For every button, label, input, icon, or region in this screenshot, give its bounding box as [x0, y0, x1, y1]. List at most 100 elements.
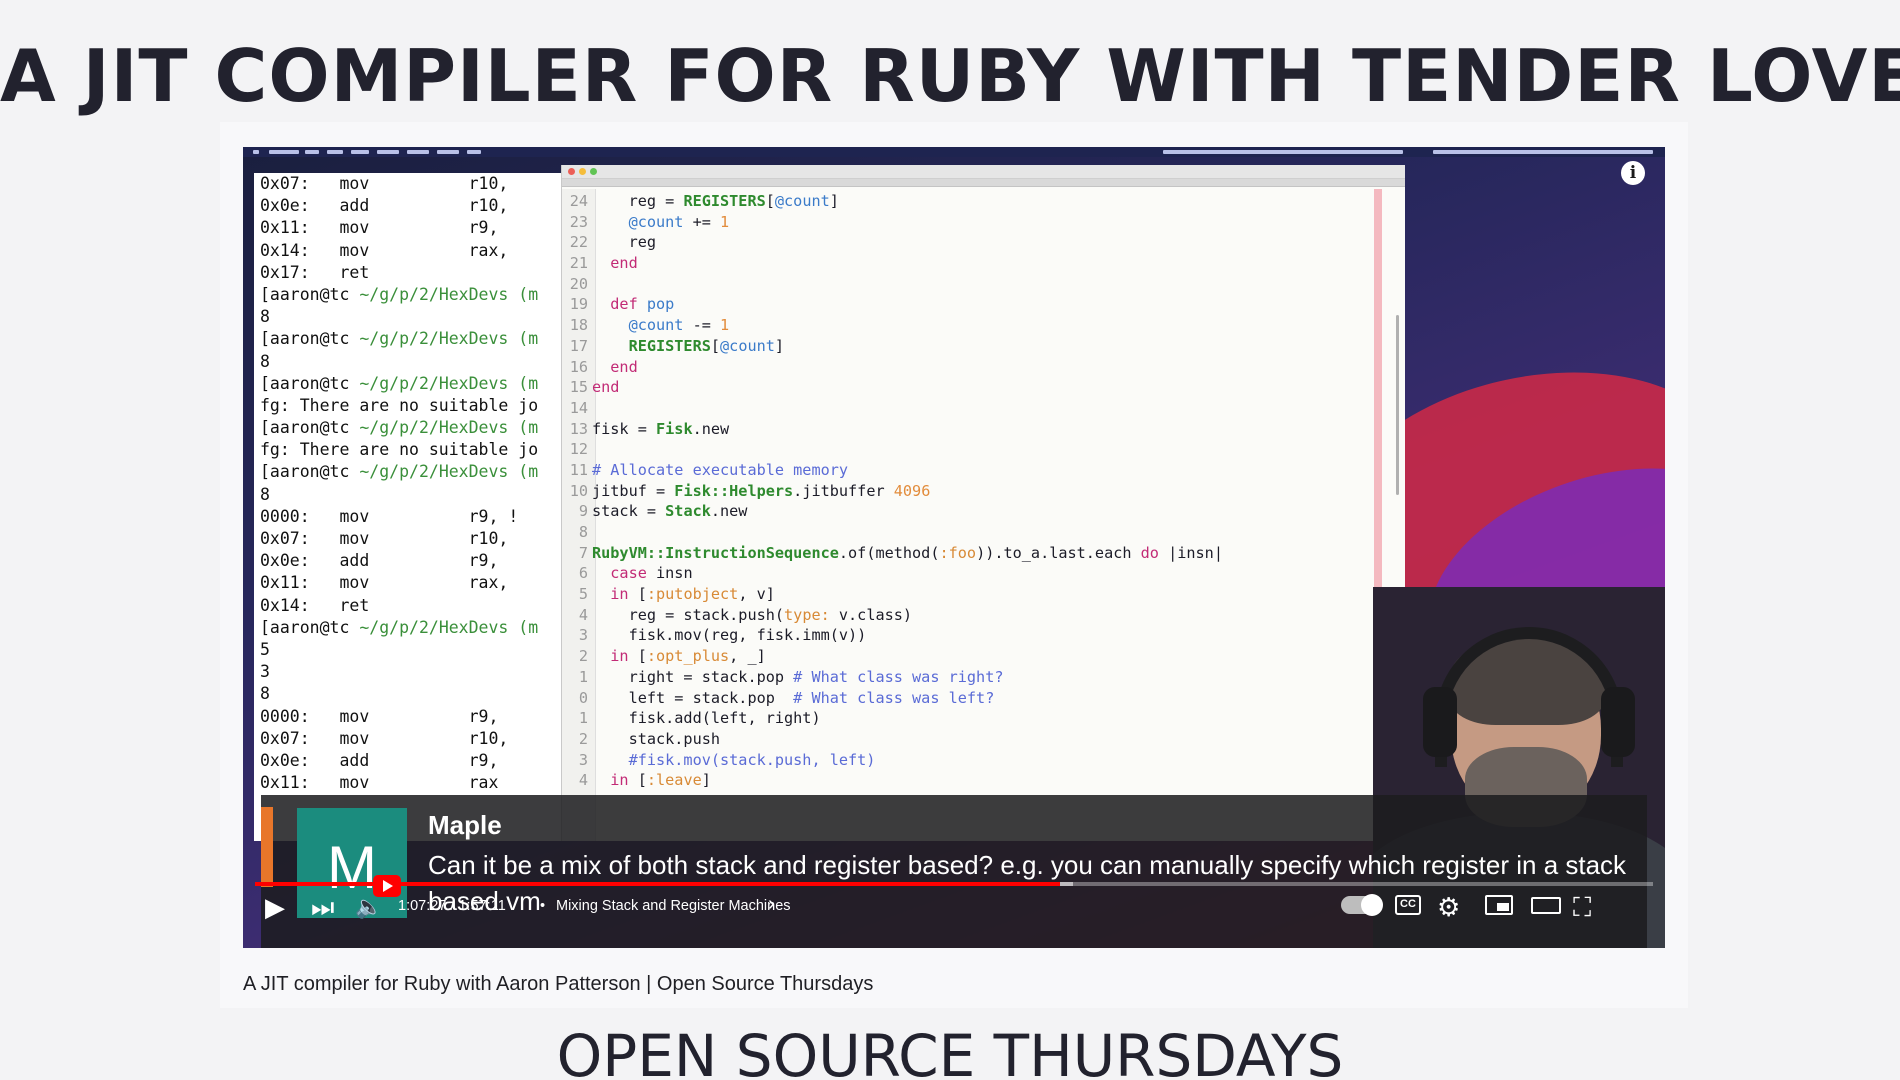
code-token: type:	[784, 605, 830, 624]
code-line: 1 fisk.add(left, right)	[562, 708, 1405, 729]
terminal-line: 0x17: ret	[254, 262, 564, 284]
close-dot-icon[interactable]	[568, 168, 575, 175]
terminal-line: [aaron@tc ~/g/p/2/HexDevs (m	[254, 417, 564, 439]
next-icon[interactable]: ⏭	[311, 892, 334, 922]
terminal-path: ~/g/p/2/HexDevs (m	[359, 617, 539, 637]
code-line: 2 in [:opt_plus, _]	[562, 646, 1405, 667]
editor-tabs[interactable]	[562, 179, 1405, 187]
code-token: # Allocate executable memory	[592, 460, 849, 479]
chapter-separator: •	[540, 898, 546, 914]
terminal-line: 0x0e: add r10,	[254, 195, 564, 217]
chapter-title[interactable]: Mixing Stack and Register Machines	[556, 898, 791, 914]
terminal-line: 0x14: mov rax,	[254, 240, 564, 262]
code-line: 8	[562, 522, 1405, 543]
code-token: -=	[683, 316, 721, 335]
line-number: 14	[569, 398, 588, 417]
video-player[interactable]: 0x07: mov r10, 0x0e: add r10, 0x11: mov r9…	[243, 147, 1665, 948]
terminal-text: [aaron@tc	[260, 462, 360, 482]
theater-mode-icon[interactable]	[1531, 897, 1561, 914]
settings-icon[interactable]: ⚙	[1437, 892, 1460, 922]
code-line: 24 reg = REGISTERS[@count]	[562, 191, 1405, 212]
code-token: 1	[720, 212, 730, 231]
terminal-line: 0x0e: add r9,	[254, 750, 564, 772]
progress-bar[interactable]	[255, 882, 1653, 886]
code-token: in	[592, 585, 629, 604]
code-token: [	[628, 647, 647, 666]
menubar-item	[407, 150, 429, 154]
code-token: @count	[592, 212, 684, 231]
code-token: def	[592, 295, 638, 314]
volume-icon[interactable]: 🔈	[355, 892, 382, 922]
minimize-dot-icon[interactable]	[579, 168, 586, 175]
code-token: stack =	[592, 502, 666, 521]
code-token: end	[592, 378, 620, 397]
terminal-text: [aaron@tc	[260, 373, 360, 393]
chat-author: Maple	[428, 810, 502, 840]
code-token: ]	[774, 336, 785, 355]
line-number: 23	[569, 212, 588, 231]
editor-scrollbar[interactable]	[1396, 315, 1399, 495]
code-token: reg = stack.push(	[592, 605, 785, 624]
terminal-line: 0x07: mov r10,	[254, 528, 564, 550]
play-icon[interactable]: ▶	[265, 892, 285, 922]
line-number: 18	[569, 316, 588, 335]
terminal-line: 5	[254, 639, 564, 661]
line-number: 20	[569, 274, 588, 293]
code-token: left = stack.pop	[592, 688, 794, 707]
code-token: Fisk	[656, 419, 693, 438]
code-token: [	[628, 771, 647, 790]
code-line: 11 # Allocate executable memory	[562, 460, 1405, 481]
autoplay-toggle[interactable]	[1341, 894, 1383, 916]
code-line: 9 stack = Stack.new	[562, 501, 1405, 522]
line-number: 17	[569, 336, 588, 355]
chevron-right-icon[interactable]: ›	[768, 893, 775, 916]
terminal-line: 0000: mov r9, !	[254, 506, 564, 528]
code-line: 19 def pop	[562, 294, 1405, 315]
code-token: +=	[683, 212, 721, 231]
code-token: )).to_a.last.each	[976, 543, 1141, 562]
line-number: 11	[569, 460, 588, 479]
zoom-dot-icon[interactable]	[590, 168, 597, 175]
terminal-text: [aaron@tc	[260, 329, 360, 349]
terminal-line: [aaron@tc ~/g/p/2/HexDevs (m	[254, 461, 564, 483]
code-token: fisk.mov(reg, fisk.imm(v))	[592, 626, 867, 645]
terminal-text: [aaron@tc	[260, 617, 360, 637]
headphone-cup	[1601, 687, 1635, 757]
menubar-item	[377, 150, 399, 154]
captions-icon[interactable]: CC	[1395, 895, 1421, 915]
code-area: 24 reg = REGISTERS[@count] 23 @count += 1…	[562, 191, 1405, 791]
code-token: # What class was right?	[793, 667, 1004, 686]
code-token: end	[592, 357, 638, 376]
terminal-text: 8	[260, 484, 270, 504]
code-line: 7 RubyVM::InstructionSequence.of(method(:…	[562, 543, 1405, 564]
code-token: in	[592, 771, 629, 790]
code-token: REGISTERS	[592, 336, 711, 355]
menubar-item	[327, 150, 343, 154]
code-line: 16 end	[562, 357, 1405, 378]
terminal-line: 8	[254, 306, 564, 328]
fullscreen-icon[interactable]: ⛶	[1573, 892, 1591, 922]
line-number: 1	[578, 667, 588, 686]
terminal-line: 8	[254, 683, 564, 705]
menubar-item	[269, 150, 299, 154]
code-token: ]	[829, 192, 839, 210]
video-caption[interactable]: A JIT compiler for Ruby with Aaron Patte…	[243, 973, 873, 996]
miniplayer-icon[interactable]	[1485, 895, 1513, 915]
line-number: 4	[578, 605, 588, 624]
code-editor-window: 24 reg = REGISTERS[@count] 23 @count += 1…	[561, 165, 1405, 841]
line-number: 13	[569, 419, 588, 438]
menubar-item	[467, 150, 481, 154]
page-title: A JIT COMPILER FOR RUBY WITH TENDER LOVE	[0, 34, 1900, 118]
terminal-text: 0x0e: add r10,	[260, 196, 509, 216]
terminal-text: 8	[260, 351, 270, 371]
terminal-text: 0x0e: add r9,	[260, 750, 509, 770]
line-number: 3	[578, 626, 588, 645]
menubar-item	[437, 150, 459, 154]
info-icon[interactable]: i	[1621, 161, 1645, 185]
code-token: fisk.add(left, right)	[592, 709, 821, 728]
code-token: :opt_plus	[646, 647, 730, 666]
code-token: stack.push	[592, 729, 721, 748]
terminal-text: 0x17: ret	[260, 262, 370, 282]
code-line: 14	[562, 398, 1405, 419]
terminal-line: 0000: mov r9,	[254, 706, 564, 728]
